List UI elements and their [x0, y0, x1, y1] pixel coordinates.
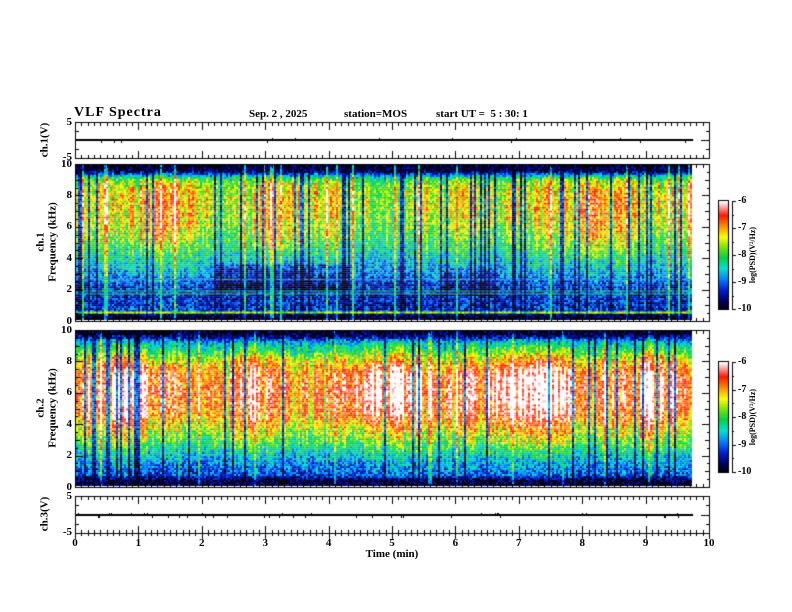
colorbar1-tick-label: -8 — [738, 249, 747, 260]
spectrogram-plot-canvas — [0, 0, 792, 612]
header-station: station=MOS — [344, 108, 408, 120]
colorbar1-tick-label: -9 — [738, 276, 747, 287]
header-date: Sep. 2 , 2025 — [249, 108, 308, 120]
colorbar1-tick-label: -10 — [738, 303, 752, 314]
ch3v-volt-tick-label: 5 — [66, 490, 73, 502]
time-tick-label: 9 — [642, 537, 649, 549]
ch2-freq-tick-label: 4 — [66, 417, 73, 430]
colorbar2-tick-label: -8 — [738, 411, 747, 422]
time-tick-label: 8 — [579, 537, 585, 549]
time-tick-label: 3 — [262, 537, 268, 549]
colorbar2-tick-label: -10 — [738, 466, 752, 477]
time-tick-label: 5 — [389, 537, 395, 549]
time-tick-label: 7 — [516, 537, 522, 549]
colorbar1-tick-label: -7 — [738, 222, 747, 233]
time-tick-label: 0 — [72, 537, 78, 549]
page-title: VLF Spectra — [74, 105, 162, 120]
ch2-freq-tick-label: 8 — [66, 354, 73, 367]
ch1v-volt-tick-label: -5 — [62, 151, 72, 163]
ch1-freq-tick-label: 2 — [66, 283, 73, 296]
time-tick-label: 4 — [325, 537, 332, 549]
ch1-channel-label: ch.1 — [34, 232, 47, 252]
time-tick-label: 2 — [199, 537, 205, 549]
ch2-frequency-axis-label: Frequency (kHz) — [46, 368, 59, 448]
ch1-freq-tick-label: 4 — [66, 251, 73, 264]
ch1-frequency-axis-label: Frequency (kHz) — [46, 202, 59, 282]
ch2-freq-tick-label: 6 — [66, 386, 73, 399]
colorbar2-tick-label: -6 — [738, 356, 747, 367]
time-tick-label: 1 — [135, 537, 142, 549]
header-start-ut: start UT = 5 : 30: 1 — [436, 108, 528, 120]
time-tick-label: 10 — [703, 537, 715, 549]
ch2-channel-label: ch.2 — [34, 398, 47, 418]
time-tick-label: 6 — [452, 537, 459, 549]
ch1v-volt-tick-label: 5 — [66, 116, 73, 128]
colorbar2-tick-label: -9 — [738, 438, 747, 450]
colorbar2-tick-label: -7 — [738, 383, 747, 395]
ch1-freq-tick-label: 8 — [66, 188, 73, 201]
time-axis-label: Time (min) — [365, 548, 419, 560]
colorbar2-label: log(PSD)(V²/Hz) — [748, 388, 757, 446]
ch2-freq-tick-label: 2 — [66, 449, 73, 462]
vlf-spectra-figure: VLF Spectra Sep. 2 , 2025 station=MOS st… — [0, 0, 792, 612]
ch3v-volt-tick-label: -5 — [62, 526, 72, 538]
ch2-freq-tick-label: 10 — [61, 323, 72, 336]
colorbar1-label: log(PSD)(V²/Hz) — [748, 226, 757, 284]
ch1-freq-tick-label: 6 — [66, 220, 73, 233]
colorbar1-tick-label: -6 — [738, 195, 747, 206]
